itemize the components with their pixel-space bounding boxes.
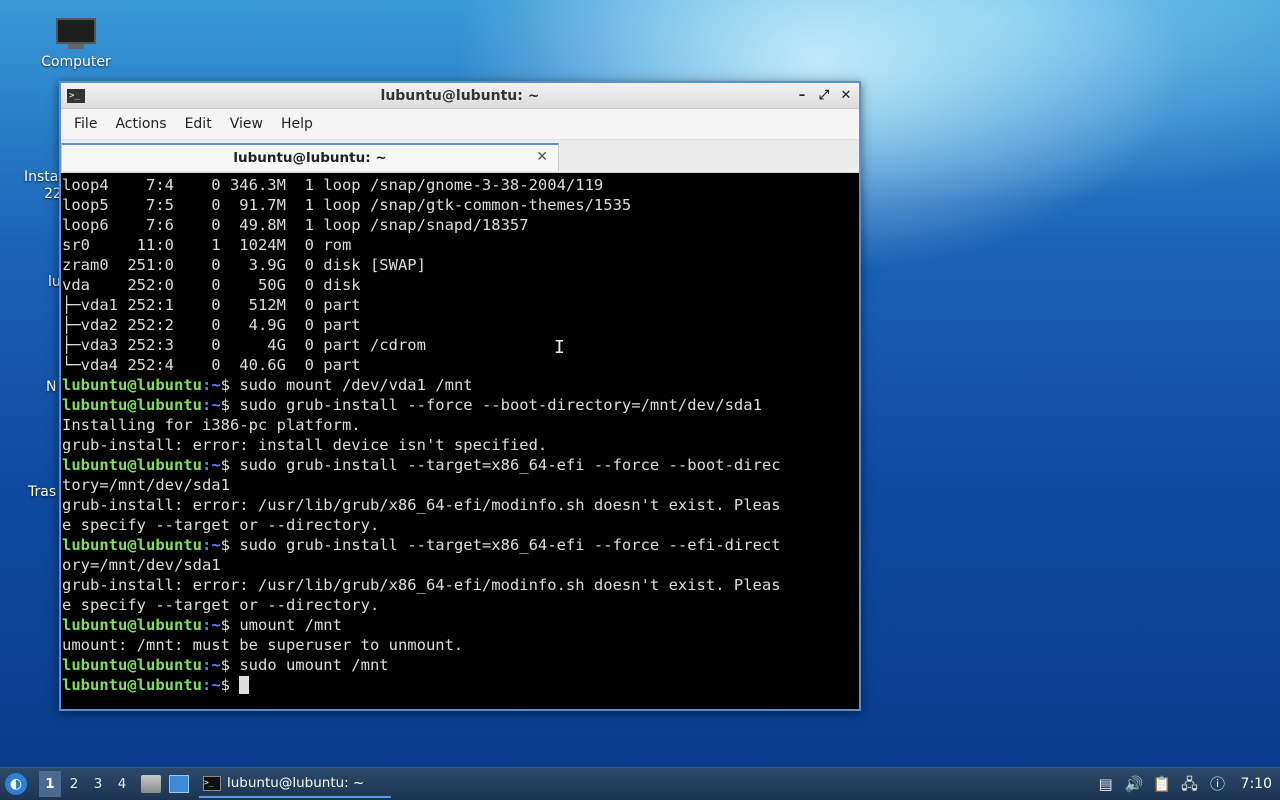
task-label: lubuntu@lubuntu: ~ <box>227 775 365 791</box>
terminal-output-line: e specify --target or --directory. <box>62 516 380 534</box>
terminal-command-line: lubuntu@lubuntu:~$ sudo mount /dev/vda1 … <box>62 375 859 395</box>
command-text: $ sudo umount /mnt <box>220 656 389 674</box>
prompt-path: :~ <box>201 376 221 394</box>
menu-actions[interactable]: Actions <box>106 109 175 139</box>
menu-file[interactable]: File <box>65 109 106 139</box>
text-cursor <box>239 676 250 694</box>
volume-icon[interactable]: 🔊 <box>1125 775 1144 793</box>
show-desktop-icon[interactable] <box>169 775 189 793</box>
prompt-path: :~ <box>201 656 221 674</box>
terminal-task-icon: >_ <box>203 775 221 791</box>
monitor-icon <box>56 18 96 50</box>
terminal-output-line: loop6 7:6 0 49.8M 1 loop /snap/snapd/183… <box>62 216 529 234</box>
terminal-output-line: vda 252:0 0 50G 0 disk <box>62 276 361 294</box>
workspace-2[interactable]: 2 <box>63 771 85 797</box>
menu-help[interactable]: Help <box>272 109 322 139</box>
terminal-command-line: lubuntu@lubuntu:~$ sudo grub-install --t… <box>62 535 859 555</box>
terminal-command-line: lubuntu@lubuntu:~$ umount /mnt <box>62 615 859 635</box>
prompt-user: lubuntu@lubuntu:~ <box>62 676 221 694</box>
terminal-output-line: grub-install: error: install device isn'… <box>62 436 548 454</box>
terminal-output-line: zram0 251:0 0 3.9G 0 disk [SWAP] <box>62 256 426 274</box>
tab-label: lubuntu@lubuntu: ~ <box>233 150 387 166</box>
installer-desktop-icon-label[interactable]: Insta <box>24 169 58 185</box>
terminal-tab[interactable]: lubuntu@lubuntu: ~ ✕ <box>61 143 559 171</box>
prompt-path: :~ <box>201 396 221 414</box>
terminal-output-line: Installing for i386-pc platform. <box>62 416 361 434</box>
terminal-output-line: grub-install: error: /usr/lib/grub/x86_6… <box>62 576 781 594</box>
computer-icon-label: Computer <box>41 54 111 70</box>
trash-desktop-icon-label[interactable]: Tras <box>28 484 56 500</box>
workspace-3[interactable]: 3 <box>87 771 109 797</box>
storage-icon[interactable]: ▤ <box>1097 775 1115 793</box>
terminal-output-line: ├─vda1 252:1 0 512M 0 part <box>62 296 361 314</box>
notification-icon[interactable]: ⓘ <box>1209 775 1227 793</box>
start-menu-icon[interactable]: ◐ <box>5 773 27 795</box>
network-icon[interactable]: 🖧 <box>1181 775 1199 793</box>
terminal-command-line: lubuntu@lubuntu:~$ sudo grub-install --t… <box>62 455 859 475</box>
prompt-path: :~ <box>201 536 221 554</box>
command-text: $ sudo grub-install --force --boot-direc… <box>220 396 762 414</box>
menu-edit[interactable]: Edit <box>176 109 221 139</box>
command-text: $ sudo grub-install --target=x86_64-efi … <box>220 456 781 474</box>
window-titlebar[interactable]: >_ lubuntu@lubuntu: ~ – ⤢ ✕ <box>61 83 859 109</box>
prompt-path: :~ <box>201 616 221 634</box>
command-text: $ umount /mnt <box>220 616 342 634</box>
file-manager-icon[interactable] <box>141 775 161 793</box>
taskbar-terminal-task[interactable]: >_ lubuntu@lubuntu: ~ <box>199 770 391 798</box>
taskbar: ◐ 1 2 3 4 >_ lubuntu@lubuntu: ~ ▤ 🔊 📋 🖧 … <box>0 767 1280 800</box>
clock[interactable]: 7:10 <box>1241 776 1272 792</box>
workspace-4[interactable]: 4 <box>111 771 133 797</box>
menu-bar: File Actions Edit View Help <box>61 109 859 140</box>
clipboard-icon[interactable]: 📋 <box>1153 775 1172 793</box>
terminal-output-line: ory=/mnt/dev/sda1 <box>62 556 221 574</box>
minimize-button[interactable]: – <box>793 87 811 105</box>
prompt-user: lubuntu@lubuntu:~ <box>62 396 221 414</box>
terminal-output-line: e specify --target or --directory. <box>62 596 380 614</box>
computer-desktop-icon[interactable]: Computer <box>36 14 116 70</box>
terminal-window[interactable]: >_ lubuntu@lubuntu: ~ – ⤢ ✕ File Actions… <box>59 81 861 711</box>
tab-bar: lubuntu@lubuntu: ~ ✕ <box>61 140 859 173</box>
prompt-user: lubuntu@lubuntu:~ <box>62 656 221 674</box>
terminal-output-line: ├─vda2 252:2 0 4.9G 0 part <box>62 316 361 334</box>
close-button[interactable]: ✕ <box>837 87 855 105</box>
terminal-output-line: ├─vda3 252:3 0 4G 0 part /cdrom <box>62 336 426 354</box>
menu-view[interactable]: View <box>221 109 272 139</box>
window-title: lubuntu@lubuntu: ~ <box>380 87 540 104</box>
prompt-user: lubuntu@lubuntu:~ <box>62 456 221 474</box>
prompt-user: lubuntu@lubuntu:~ <box>62 616 221 634</box>
tab-close-icon[interactable]: ✕ <box>536 149 548 165</box>
desktop-icon-label-n[interactable]: N <box>46 379 56 395</box>
workspace-1[interactable]: 1 <box>39 771 61 797</box>
terminal-output[interactable]: loop4 7:4 0 346.3M 1 loop /snap/gnome-3-… <box>61 173 859 709</box>
prompt-user: lubuntu@lubuntu:~ <box>62 536 221 554</box>
ibeam-cursor-icon: I <box>554 337 565 358</box>
terminal-output-line: grub-install: error: /usr/lib/grub/x86_6… <box>62 496 781 514</box>
terminal-output-line: sr0 11:0 1 1024M 0 rom <box>62 236 352 254</box>
terminal-app-icon: >_ <box>67 88 85 103</box>
terminal-output-line: umount: /mnt: must be superuser to unmou… <box>62 636 464 654</box>
prompt-path: :~ <box>201 676 221 694</box>
maximize-button[interactable]: ⤢ <box>815 87 833 105</box>
prompt-path: :~ <box>201 456 221 474</box>
terminal-output-line: └─vda4 252:4 0 40.6G 0 part <box>62 356 361 374</box>
terminal-output-line: loop5 7:5 0 91.7M 1 loop /snap/gtk-commo… <box>62 196 632 214</box>
terminal-output-line: loop4 7:4 0 346.3M 1 loop /snap/gnome-3-… <box>62 176 604 194</box>
command-text: $ sudo mount /dev/vda1 /mnt <box>220 376 473 394</box>
prompt-user: lubuntu@lubuntu:~ <box>62 376 221 394</box>
command-text: $ <box>220 676 240 694</box>
terminal-command-line: lubuntu@lubuntu:~$ sudo grub-install --f… <box>62 395 859 415</box>
command-text: $ sudo grub-install --target=x86_64-efi … <box>220 536 781 554</box>
terminal-output-line: tory=/mnt/dev/sda1 <box>62 476 230 494</box>
terminal-command-line: lubuntu@lubuntu:~$ sudo umount /mnt <box>62 655 859 675</box>
terminal-command-line: lubuntu@lubuntu:~$ <box>62 675 859 695</box>
